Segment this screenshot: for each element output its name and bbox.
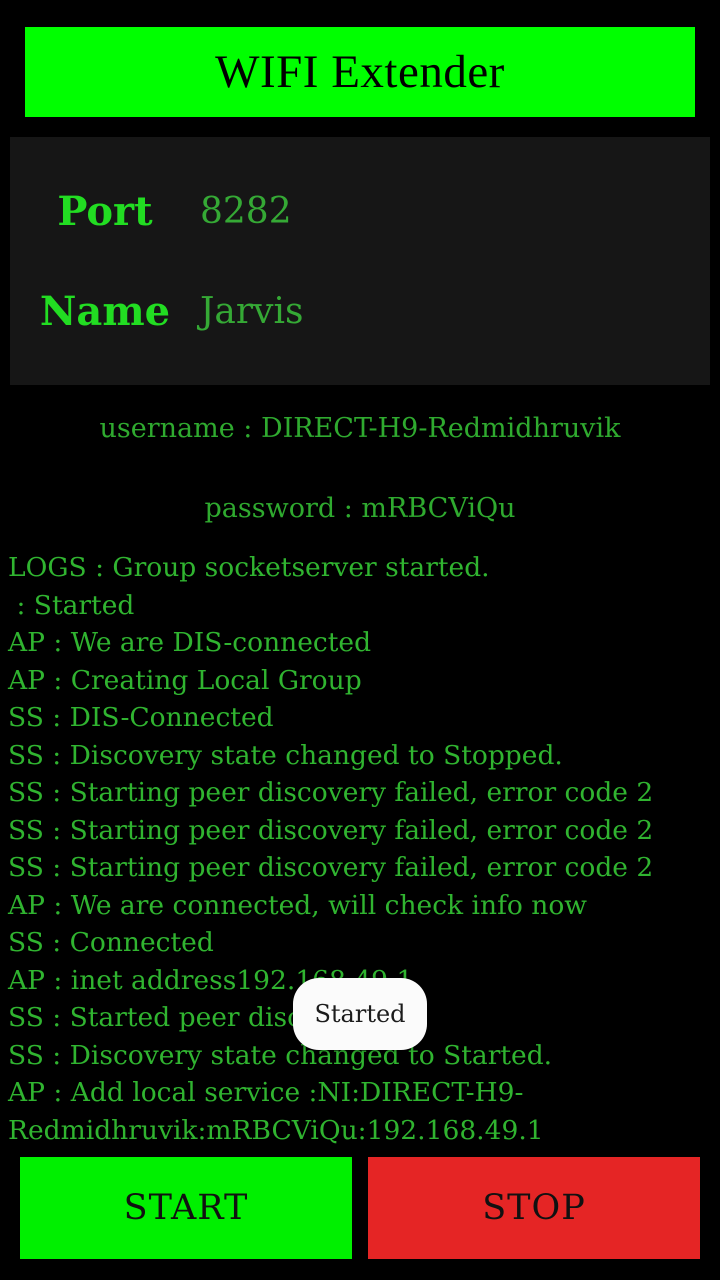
toast-notification: Started	[293, 978, 427, 1050]
log-line: AP : We are DIS-connected	[8, 627, 372, 658]
port-row: Port 8282	[10, 181, 710, 241]
action-button-bar: START STOP	[0, 1157, 720, 1259]
port-value[interactable]: 8282	[200, 191, 292, 232]
log-line: SS : DIS-Connected	[8, 702, 274, 733]
connection-info-panel: Port 8282 Name Jarvis	[10, 137, 710, 385]
log-line: SS : Discovery state changed to Stopped.	[8, 739, 563, 771]
log-line: AP : Add local service :NI:DIRECT-H9-Red…	[8, 1077, 544, 1146]
log-line: SS : Starting peer discovery failed, err…	[8, 777, 654, 808]
username-text: username : DIRECT-H9-Redmidhruvik	[99, 413, 621, 444]
name-row: Name Jarvis	[10, 281, 710, 341]
start-button[interactable]: START	[20, 1157, 352, 1259]
password-text: password : mRBCViQu	[204, 493, 516, 524]
log-line: SS : Starting peer discovery failed, err…	[8, 852, 654, 883]
log-output-list[interactable]: LOGS : Group socketserver started. : Sta…	[8, 549, 714, 1149]
log-line: SS : Starting peer discovery failed, err…	[8, 814, 654, 846]
log-line: AP : Creating Local Group	[8, 664, 362, 696]
name-label: Name	[39, 287, 171, 335]
port-label: Port	[57, 187, 153, 235]
log-line: : Started	[8, 589, 135, 621]
toast-message: Started	[314, 1000, 406, 1028]
log-line: AP : We are connected, will check info n…	[8, 889, 587, 921]
page-title: WIFI Extender	[215, 45, 505, 98]
name-value[interactable]: Jarvis	[200, 291, 303, 332]
stop-button[interactable]: STOP	[368, 1157, 700, 1259]
log-line: SS : Connected	[8, 927, 214, 958]
log-line: LOGS : Group socketserver started.	[8, 552, 490, 583]
app-header-bar: WIFI Extender	[25, 27, 695, 117]
